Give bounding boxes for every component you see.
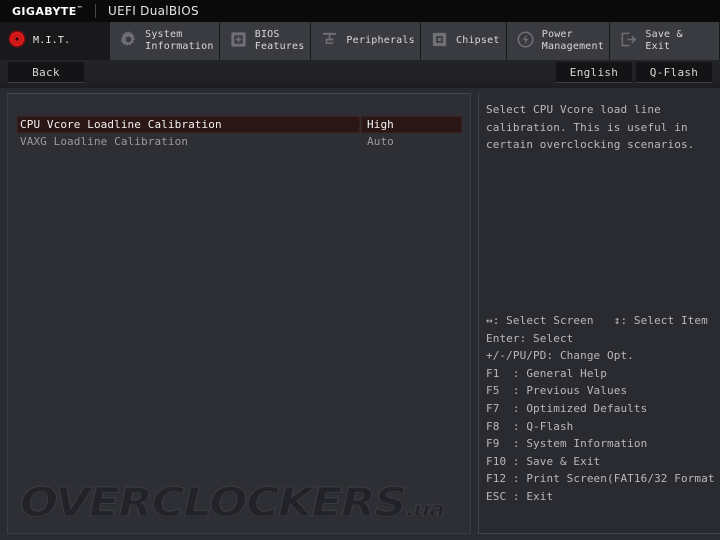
brand-logo-text: GIGABYTE	[12, 4, 77, 18]
key-legend-line: F12 : Print Screen(FAT16/32 Format Only)	[486, 472, 715, 486]
sub-toolbar: Back English Q-Flash	[0, 60, 720, 88]
setting-name: CPU Vcore Loadline Calibration	[17, 116, 360, 133]
setting-row-cpu-vcore-loadline-calibration[interactable]: CPU Vcore Loadline Calibration High	[8, 116, 470, 133]
setting-row-vaxg-loadline-calibration[interactable]: VAXG Loadline Calibration Auto	[8, 133, 470, 150]
key-legend-line: F1 : General Help	[486, 366, 608, 380]
bios-screen: GIGABYTE™ UEFI DualBIOS M.I.T. System In…	[0, 0, 720, 540]
tab-mit-label: M.I.T.	[33, 35, 71, 46]
qflash-button[interactable]: Q-Flash	[636, 62, 712, 83]
key-legend: ↔: Select Screen ↕: Select Item Enter: Se…	[486, 312, 718, 506]
help-panel-bottom-divider	[478, 533, 720, 534]
key-legend-line: ↔: Select Screen ↕: Select Item	[486, 314, 708, 327]
brand-subtitle: UEFI DualBIOS	[108, 4, 199, 18]
watermark-main: OVERCLOCKERS	[19, 480, 407, 526]
tab-chipset[interactable]: Chipset	[421, 22, 507, 60]
language-button[interactable]: English	[556, 62, 632, 83]
tab-chipset-label: Chipset	[456, 35, 500, 46]
overclockers-watermark: OVERCLOCKERS.ua	[19, 481, 460, 527]
tab-peripherals[interactable]: Peripherals	[311, 22, 422, 60]
tab-mit[interactable]: M.I.T.	[0, 22, 111, 60]
chip-plus-icon	[229, 30, 248, 53]
target-icon	[8, 30, 26, 52]
tab-power-management-label: Power Management	[541, 29, 604, 52]
tab-save-and-exit[interactable]: Save & Exit	[610, 22, 720, 60]
settings-list: CPU Vcore Loadline Calibration High VAXG…	[8, 94, 470, 150]
tab-peripherals-label: Peripherals	[346, 35, 415, 46]
watermark-text: OVERCLOCKERS.ua	[19, 480, 513, 531]
gear-icon	[119, 30, 138, 53]
tab-bios-features-label: BIOS Features	[254, 29, 305, 52]
key-legend-line: Enter: Select	[486, 331, 574, 345]
brand-divider	[95, 4, 97, 18]
help-panel: Select CPU Vcore load line calibration. …	[478, 93, 720, 534]
gigabyte-logo: GIGABYTE™	[0, 5, 83, 18]
back-button[interactable]: Back	[8, 62, 84, 83]
help-description: Select CPU Vcore load line calibration. …	[486, 103, 695, 151]
watermark-suffix: .ua	[405, 497, 445, 522]
tab-system-information-label: System Information	[145, 29, 214, 52]
back-button-label: Back	[32, 65, 60, 79]
chip-icon	[430, 30, 449, 53]
bolt-icon	[516, 30, 535, 53]
exit-arrow-icon	[619, 30, 638, 53]
tab-power-management[interactable]: Power Management	[506, 22, 611, 60]
key-legend-line: F8 : Q-Flash	[486, 419, 574, 433]
plug-icon	[320, 30, 339, 53]
key-legend-line: F7 : Optimized Defaults	[486, 401, 648, 415]
settings-panel: CPU Vcore Loadline Calibration High VAXG…	[7, 93, 471, 534]
key-legend-line: ESC : Exit	[486, 489, 554, 503]
tab-system-information[interactable]: System Information	[110, 22, 220, 60]
key-legend-line: F5 : Previous Values	[486, 384, 628, 398]
tab-bios-features[interactable]: BIOS Features	[219, 22, 312, 60]
setting-value[interactable]: High	[361, 116, 462, 133]
setting-value[interactable]: Auto	[361, 133, 462, 150]
language-button-label: English	[569, 65, 619, 79]
main-tab-strip: M.I.T. System Information BIOS Features …	[0, 22, 720, 60]
key-legend-line: F9 : System Information	[486, 437, 648, 451]
trademark-symbol: ™	[76, 4, 84, 12]
qflash-button-label: Q-Flash	[649, 65, 699, 79]
key-legend-line: +/-/PU/PD: Change Opt.	[486, 349, 634, 363]
setting-name: VAXG Loadline Calibration	[20, 135, 189, 148]
tab-save-and-exit-label: Save & Exit	[645, 29, 683, 52]
brand-bar: GIGABYTE™ UEFI DualBIOS	[0, 0, 720, 22]
key-legend-line: F10 : Save & Exit	[486, 454, 601, 468]
